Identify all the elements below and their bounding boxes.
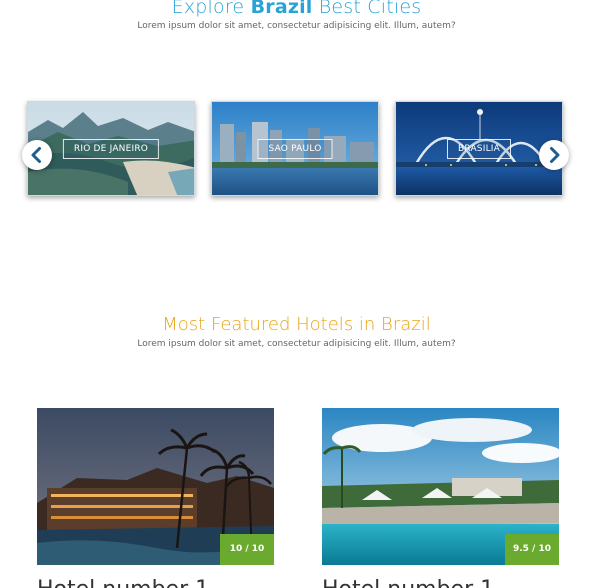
cities-title-prefix: Explore: [171, 0, 251, 18]
cities-section-title: Explore Brazil Best Cities: [0, 0, 593, 18]
rating-badge-hotel-2: 9.5 / 10: [505, 534, 559, 565]
city-label-sao-paulo: SAO PAULO: [257, 138, 333, 159]
city-card-brasilia[interactable]: BRASILIA: [395, 101, 563, 196]
hotels-section-title: Most Featured Hotels in Brazil: [162, 314, 431, 335]
cities-title-emphasis: Brazil: [250, 0, 313, 18]
hotels-section-subtitle: Lorem ipsum dolor sit amet, consectetur …: [137, 339, 456, 349]
city-label-brasilia: BRASILIA: [446, 138, 512, 159]
chevron-left-icon: [31, 147, 41, 163]
hotel-name-1[interactable]: Hotel number 1: [37, 577, 209, 588]
hotel-name-2[interactable]: Hotel number 1: [322, 577, 494, 588]
carousel-prev-button[interactable]: [22, 140, 52, 170]
city-card-rio-de-janeiro[interactable]: RIO DE JANEIRO: [27, 101, 195, 196]
city-label-rio-de-janeiro: RIO DE JANEIRO: [62, 138, 160, 159]
cities-title-suffix: Best Cities: [312, 0, 422, 18]
chevron-right-icon: [550, 147, 560, 163]
hotel-card-2[interactable]: 9.5 / 10: [322, 408, 559, 565]
carousel-next-button[interactable]: [539, 140, 569, 170]
city-card-sao-paulo[interactable]: SAO PAULO: [211, 101, 379, 196]
rating-badge-hotel-1: 10 / 10: [220, 534, 274, 565]
cities-section-subtitle: Lorem ipsum dolor sit amet, consectetur …: [137, 21, 456, 31]
hotel-card-1[interactable]: 10 / 10: [37, 408, 274, 565]
